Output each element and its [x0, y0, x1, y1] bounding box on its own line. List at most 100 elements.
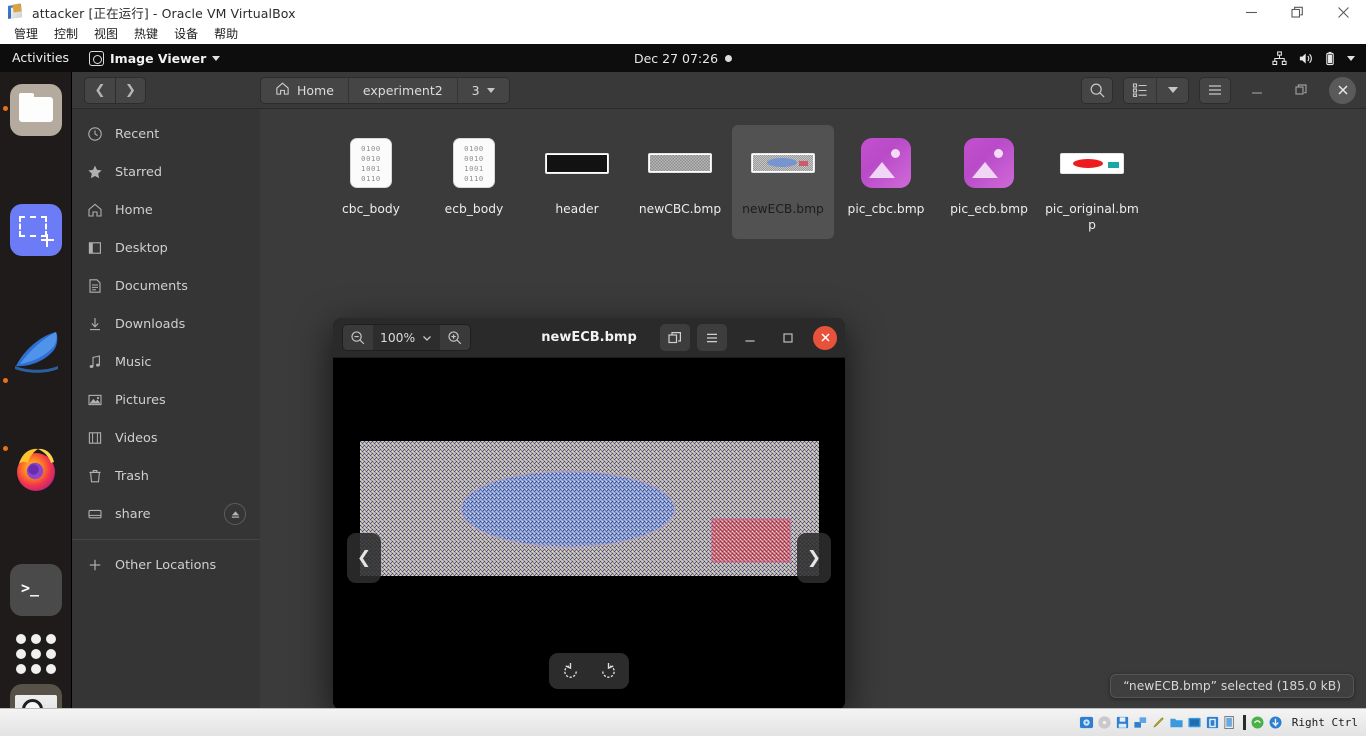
- close-icon[interactable]: [813, 325, 837, 350]
- optical-disk-icon[interactable]: [1097, 715, 1113, 731]
- binary-row: 0100: [361, 143, 381, 153]
- file-item-newECB[interactable]: newECB.bmp: [732, 125, 834, 239]
- fullscreen-icon[interactable]: [660, 324, 690, 351]
- sidebar-item-desktop[interactable]: Desktop: [72, 229, 260, 267]
- document-icon: [86, 278, 103, 295]
- menu-item-devices[interactable]: 设备: [166, 24, 206, 44]
- displayed-image: [360, 441, 819, 576]
- chevron-left-icon[interactable]: ❮: [85, 77, 115, 103]
- breadcrumb-experiment2[interactable]: experiment2: [347, 77, 457, 103]
- menu-item-help[interactable]: 帮助: [206, 24, 246, 44]
- zoom-in-icon[interactable]: [440, 325, 471, 350]
- file-item-newCBC[interactable]: newCBC.bmp: [629, 125, 731, 239]
- minimize-icon[interactable]: [1239, 77, 1275, 104]
- zoom-controls: 100%: [342, 324, 472, 351]
- sidebar-item-trash[interactable]: Trash: [72, 457, 260, 495]
- menu-item-manage[interactable]: 管理: [6, 24, 46, 44]
- sidebar-item-recent[interactable]: Recent: [72, 115, 260, 153]
- dock-item-image-viewer[interactable]: [10, 684, 62, 708]
- file-item-cbc_body[interactable]: 0100 0010 1001 0110 cbc_body: [320, 125, 422, 239]
- display-icon[interactable]: [1187, 715, 1203, 731]
- host-key-icon[interactable]: [1268, 715, 1284, 731]
- previous-image-button[interactable]: ❮: [347, 533, 381, 583]
- file-item-pic_cbc[interactable]: pic_cbc.bmp: [835, 125, 937, 239]
- usb-icon[interactable]: [1151, 715, 1167, 731]
- sidebar-item-share[interactable]: share: [72, 495, 260, 533]
- host-key-label: Right Ctrl: [1291, 716, 1358, 729]
- maximize-icon[interactable]: [773, 324, 803, 351]
- menu-item-hotkey[interactable]: 热键: [126, 24, 166, 44]
- file-item-pic_ecb[interactable]: pic_ecb.bmp: [938, 125, 1040, 239]
- breadcrumb-3-label: 3: [471, 82, 480, 98]
- next-image-button[interactable]: ❯: [797, 533, 831, 583]
- chevron-down-icon[interactable]: [1156, 77, 1188, 103]
- dock-item-files[interactable]: [10, 84, 62, 136]
- dock-item-wireshark[interactable]: [10, 324, 62, 376]
- breadcrumb-home[interactable]: Home: [261, 77, 348, 103]
- recording-icon[interactable]: [1205, 715, 1221, 731]
- active-app-menu[interactable]: Image Viewer: [81, 50, 228, 66]
- clock-menu[interactable]: Dec 27 07:26: [634, 51, 733, 66]
- dock-item-screenshot[interactable]: [10, 204, 62, 256]
- vbox-statusbar: Right Ctrl: [0, 708, 1366, 736]
- zoom-level-dropdown[interactable]: 100%: [373, 325, 441, 350]
- dock-item-firefox[interactable]: [10, 444, 62, 496]
- file-item-header[interactable]: header: [526, 125, 628, 239]
- sidebar-item-music[interactable]: Music: [72, 343, 260, 381]
- image-canvas[interactable]: ❮ ❯: [333, 358, 845, 708]
- sidebar-item-home[interactable]: Home: [72, 191, 260, 229]
- minimize-icon[interactable]: [735, 324, 765, 351]
- binary-file-icon: 0100 0010 1001 0110: [339, 131, 403, 195]
- plus-icon: [86, 557, 103, 574]
- dock-item-terminal[interactable]: >_: [10, 564, 62, 616]
- close-icon[interactable]: [1320, 0, 1366, 24]
- vrde-icon[interactable]: [1223, 715, 1239, 731]
- list-view-icon[interactable]: [1124, 77, 1156, 103]
- mouse-capture-icon[interactable]: [1250, 715, 1266, 731]
- file-item-pic_original[interactable]: pic_original.bmp: [1041, 125, 1143, 239]
- menu-item-control[interactable]: 控制: [46, 24, 86, 44]
- sidebar-item-starred[interactable]: Starred: [72, 153, 260, 191]
- shared-folder-icon[interactable]: [1169, 715, 1185, 731]
- chevron-right-icon[interactable]: ❯: [115, 77, 145, 103]
- sidebar-item-pictures[interactable]: Pictures: [72, 381, 260, 419]
- file-item-ecb_body[interactable]: 0100 0010 1001 0110 ecb_body: [423, 125, 525, 239]
- hard-disk-icon[interactable]: [1079, 715, 1095, 731]
- close-icon[interactable]: [1329, 76, 1356, 104]
- restore-icon[interactable]: [1274, 0, 1320, 24]
- minimize-icon[interactable]: [1228, 0, 1274, 24]
- sidebar-item-videos[interactable]: Videos: [72, 419, 260, 457]
- sidebar-item-documents[interactable]: Documents: [72, 267, 260, 305]
- floppy-icon[interactable]: [1115, 715, 1131, 731]
- gnome-top-panel: Activities Image Viewer Dec 27 07:26: [0, 44, 1366, 72]
- breadcrumb-3[interactable]: 3: [456, 77, 509, 103]
- picture-icon: [86, 392, 103, 409]
- sidebar-label: Other Locations: [115, 557, 217, 573]
- running-indicator: [3, 378, 8, 383]
- chevron-left-icon: ❮: [356, 548, 372, 568]
- search-icon[interactable]: [1081, 76, 1113, 104]
- hamburger-menu-icon[interactable]: [697, 324, 727, 351]
- binary-file-icon: 0100 0010 1001 0110: [442, 131, 506, 195]
- sidebar-item-other-locations[interactable]: Other Locations: [72, 546, 260, 584]
- menu-item-view[interactable]: 视图: [86, 24, 126, 44]
- rotate-right-icon[interactable]: [596, 659, 620, 683]
- eject-icon[interactable]: [224, 503, 246, 525]
- zoom-out-icon[interactable]: [343, 325, 373, 350]
- maximize-icon[interactable]: [1283, 77, 1319, 104]
- view-controls: [1123, 76, 1189, 104]
- sidebar-label: Home: [115, 202, 153, 218]
- rotate-left-icon[interactable]: [558, 659, 582, 683]
- hamburger-menu-icon[interactable]: [1199, 76, 1231, 104]
- running-indicator: [3, 446, 8, 451]
- status-divider: [1242, 715, 1246, 730]
- battery-icon: [1324, 51, 1336, 66]
- drive-icon: [86, 506, 103, 523]
- show-applications-icon[interactable]: [12, 630, 60, 678]
- system-indicators[interactable]: [1272, 50, 1366, 66]
- breadcrumb: Home experiment2 3: [260, 76, 510, 104]
- bmp-thumbnail: [1060, 131, 1124, 195]
- sidebar-item-downloads[interactable]: Downloads: [72, 305, 260, 343]
- activities-button[interactable]: Activities: [0, 44, 81, 72]
- network-icon[interactable]: [1133, 715, 1149, 731]
